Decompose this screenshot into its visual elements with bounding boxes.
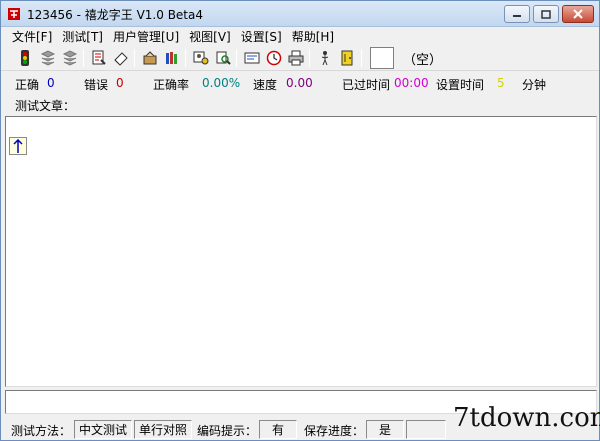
font-preview-box[interactable] (370, 47, 394, 69)
toolbar-separator (309, 49, 310, 67)
menu-help[interactable]: 帮助[H] (287, 28, 339, 45)
close-icon (573, 9, 583, 19)
menu-file[interactable]: 文件[F] (7, 28, 57, 45)
code-hint-value: 有 (259, 420, 297, 439)
app-logo-icon (8, 8, 20, 20)
minutes-label: 分钟 (522, 78, 547, 92)
elapsed-time-value: 00:00 (394, 76, 429, 90)
correct-label: 正确 (15, 78, 40, 92)
gray-stack-icon[interactable] (60, 48, 80, 68)
toolbar-separator (361, 49, 362, 67)
font-name-label[interactable]: （空） (403, 49, 442, 68)
minimize-button[interactable] (504, 5, 530, 23)
text-cursor-marker (9, 137, 27, 155)
code-hint-label: 编码提示： (197, 424, 258, 438)
minimize-icon (513, 15, 521, 17)
elapsed-time-label: 已过时间 (342, 78, 391, 92)
watermark-text: 7tdown.com (453, 403, 600, 433)
document-edit-icon[interactable] (89, 48, 109, 68)
close-button[interactable] (562, 5, 594, 23)
speed-label: 速度 (253, 78, 278, 92)
toolbar-separator (185, 49, 186, 67)
toolbar-separator (236, 49, 237, 67)
chart-user-icon[interactable] (191, 48, 211, 68)
hand-book-icon[interactable] (140, 48, 160, 68)
app-window: 123456 - 禧龙字王 V1.0 Beta4 文件[F] 测试[T] 用户管… (0, 0, 600, 441)
screen-icon[interactable] (242, 48, 262, 68)
menu-view[interactable]: 视图[V] (184, 28, 236, 45)
up-arrow-icon (13, 139, 23, 153)
article-text-area[interactable] (5, 116, 597, 387)
accuracy-label: 正确率 (153, 78, 190, 92)
save-progress-value: 是 (366, 420, 404, 439)
exit-door-icon[interactable] (337, 48, 357, 68)
set-time-value: 5 (497, 76, 505, 90)
menu-user-management[interactable]: 用户管理[U] (108, 28, 184, 45)
books-icon[interactable] (162, 48, 182, 68)
eraser-icon[interactable] (111, 48, 131, 68)
toolbar: （空） (1, 45, 599, 71)
correct-value: 0 (47, 76, 55, 90)
maximize-button[interactable] (533, 5, 559, 23)
status-panel-empty (406, 420, 446, 439)
traffic-light-icon[interactable] (15, 48, 35, 68)
menu-bar: 文件[F] 测试[T] 用户管理[U] 视图[V] 设置[S] 帮助[H] (1, 27, 599, 45)
wrong-label: 错误 (84, 78, 109, 92)
title-bar[interactable]: 123456 - 禧龙字王 V1.0 Beta4 (1, 1, 599, 27)
figure-icon[interactable] (315, 48, 335, 68)
maximize-icon (541, 9, 551, 19)
article-label: 测试文章： (15, 99, 76, 113)
toolbar-separator (83, 49, 84, 67)
test-method-label: 测试方法： (11, 424, 72, 438)
accuracy-value: 0.00% (202, 76, 241, 90)
gray-stack-icon[interactable] (38, 48, 58, 68)
clock-icon[interactable] (264, 48, 284, 68)
window-title: 123456 - 禧龙字王 V1.0 Beta4 (27, 8, 203, 22)
stats-bar: 正确 0 错误 0 正确率 0.00% 速度 0.00 已过时间 00:00 设… (1, 73, 599, 93)
set-time-label: 设置时间 (436, 78, 485, 92)
save-progress-label: 保存进度： (304, 424, 365, 438)
wrong-value: 0 (116, 76, 124, 90)
printer-icon[interactable] (286, 48, 306, 68)
speed-value: 0.00 (286, 76, 313, 90)
compare-mode-value: 单行对照 (134, 420, 192, 439)
test-method-value: 中文测试 (74, 420, 132, 439)
menu-settings[interactable]: 设置[S] (236, 28, 287, 45)
toolbar-separator (134, 49, 135, 67)
menu-test[interactable]: 测试[T] (57, 28, 108, 45)
magnify-doc-icon[interactable] (213, 48, 233, 68)
